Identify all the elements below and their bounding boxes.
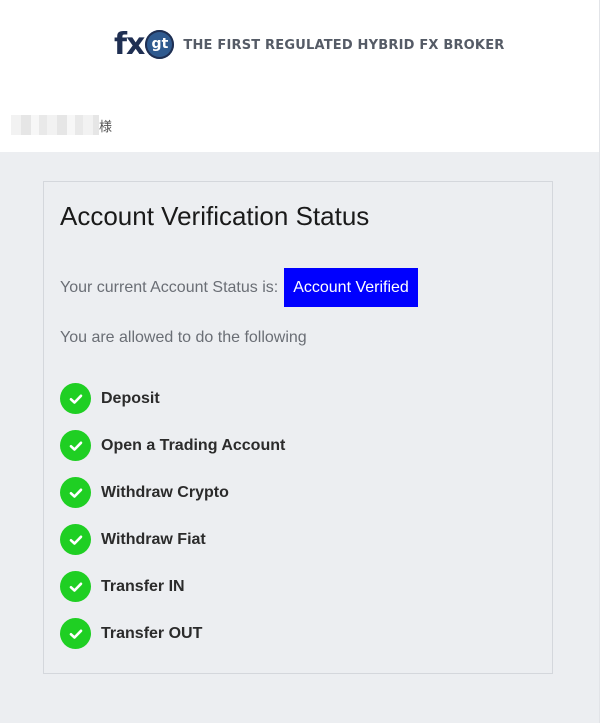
permission-label: Open a Trading Account xyxy=(101,436,286,454)
permission-label: Withdraw Crypto xyxy=(101,483,229,501)
check-circle-icon xyxy=(60,618,91,649)
allowed-actions-intro: You are allowed to do the following xyxy=(60,329,307,346)
permission-item-withdraw-crypto: Withdraw Crypto xyxy=(60,476,285,509)
permission-label: Transfer IN xyxy=(101,577,185,595)
recipient-greeting: 様 xyxy=(11,115,112,135)
email-page: fx gt THE FIRST REGULATED HYBRID FX BROK… xyxy=(0,0,600,723)
permission-item-open-trading-account: Open a Trading Account xyxy=(60,429,285,462)
card-title: Account Verification Status xyxy=(60,201,370,231)
permission-label: Transfer OUT xyxy=(101,624,203,642)
permission-item-transfer-out: Transfer OUT xyxy=(60,617,285,650)
check-circle-icon xyxy=(60,477,91,508)
permission-item-withdraw-fiat: Withdraw Fiat xyxy=(60,523,285,556)
permission-item-transfer-in: Transfer IN xyxy=(60,570,285,603)
check-circle-icon xyxy=(60,383,91,414)
account-status-badge: Account Verified xyxy=(284,268,418,307)
permissions-list: Deposit Open a Trading Account Withdraw … xyxy=(60,382,285,664)
verification-status-card: Account Verification Status Your current… xyxy=(43,181,553,674)
brand-tagline: THE FIRST REGULATED HYBRID FX BROKER xyxy=(183,37,505,53)
check-circle-icon xyxy=(60,571,91,602)
permission-item-deposit: Deposit xyxy=(60,382,285,415)
check-circle-icon xyxy=(60,430,91,461)
account-status-row: Your current Account Status is: Account … xyxy=(60,268,418,307)
check-circle-icon xyxy=(60,524,91,555)
permission-label: Deposit xyxy=(101,389,160,407)
greeting-honorific: 様 xyxy=(99,119,113,135)
permission-label: Withdraw Fiat xyxy=(101,530,206,548)
logo-gt-badge: gt xyxy=(145,29,175,59)
email-body: Account Verification Status Your current… xyxy=(0,152,599,723)
brand-logo: fx gt THE FIRST REGULATED HYBRID FX BROK… xyxy=(114,28,505,62)
email-header: fx gt THE FIRST REGULATED HYBRID FX BROK… xyxy=(0,0,599,152)
redacted-recipient-name xyxy=(11,115,99,135)
logo-fx-text: fx xyxy=(114,27,145,62)
account-status-label: Your current Account Status is: xyxy=(60,278,279,296)
